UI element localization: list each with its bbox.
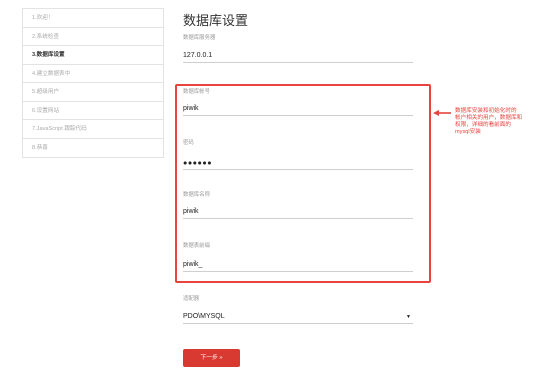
server-field-group: 数据库服务器 127.0.0.1: [183, 34, 413, 63]
server-input[interactable]: 127.0.0.1: [183, 49, 413, 63]
sidebar-item-create-tables[interactable]: 4.建立数据表中: [23, 65, 163, 83]
sidebar-item-congratulations[interactable]: 8.恭喜: [23, 139, 163, 158]
sidebar-item-setup-website[interactable]: 6.设置网站: [23, 102, 163, 120]
server-label: 数据库服务器: [183, 35, 216, 41]
sidebar-item-system-check[interactable]: 2.系统检查: [23, 28, 163, 46]
adapter-select-value: PDO\MYSQL: [183, 313, 225, 320]
sidebar-item-superuser[interactable]: 5.超级用户: [23, 83, 163, 102]
adapter-select[interactable]: PDO\MYSQL ▼: [183, 310, 413, 324]
adapter-label: 适配器: [183, 296, 200, 302]
highlight-box: [175, 84, 431, 283]
annotation-note: 数据库安装和初始化时的 帐户相关的用户，数据库和 权限，详细的看前面的 mysq…: [455, 108, 523, 135]
sidebar-item-tracking-code[interactable]: 7.JavaScript 跟踪代码: [23, 120, 163, 139]
page-title: 数据库设置: [183, 14, 249, 29]
sidebar-item-welcome[interactable]: 1.欢迎！: [23, 9, 163, 28]
chevron-down-icon: ▼: [406, 314, 411, 320]
left-arrow-icon: [433, 110, 451, 116]
install-steps-sidebar: 1.欢迎！ 2.系统检查 3.数据库设置 4.建立数据表中 5.超级用户 6.设…: [22, 8, 164, 158]
sidebar-item-database-setup[interactable]: 3.数据库设置: [23, 46, 163, 65]
adapter-field-group: 适配器 PDO\MYSQL ▼: [183, 295, 413, 324]
next-button[interactable]: 下一步 »: [183, 349, 240, 367]
